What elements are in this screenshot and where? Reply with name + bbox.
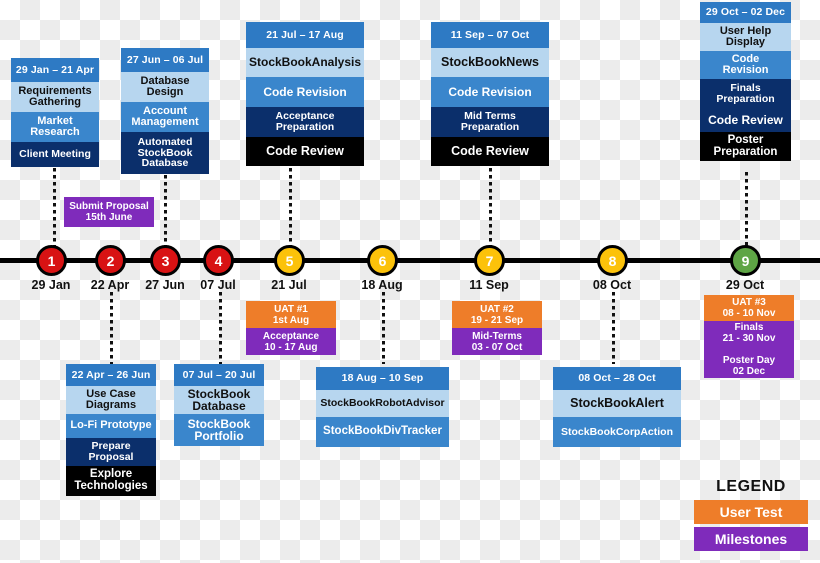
phase-task: Acceptance Preparation [246,107,364,137]
connector-phase-5 [289,168,292,246]
phase-task: StockBookAlert [553,390,681,417]
phase-date-range: 29 Jan – 21 Apr [11,58,99,82]
connector-phase-4 [219,292,222,364]
milestone-node-8[interactable]: 8 [597,245,628,276]
user-test-label: UAT #1 1st Aug [246,301,336,328]
node-number: 3 [161,252,170,269]
phase-task: StockBook Portfolio [174,414,264,446]
phase-box-3[interactable]: 27 Jun – 06 Jul Database Design Account … [121,48,209,174]
phase-task: StockBookDivTracker [316,417,449,447]
phase-task: Lo-Fi Prototype [66,414,156,438]
phase-task: Database Design [121,72,209,102]
connector-phase-3 [164,175,167,246]
milestone-label: Mid-Terms 03 - 07 Oct [452,328,542,355]
milestone-label: Submit Proposal 15th June [64,197,154,227]
connector-phase-1 [53,168,56,246]
node-number: 5 [285,252,294,269]
connector-phase-6 [382,292,385,364]
phase-task: StockBookAnalysis [246,48,364,77]
phase-date-range: 18 Aug – 10 Sep [316,367,449,390]
phase-date-range: 29 Oct – 02 Dec [700,2,791,23]
legend-title: LEGEND [716,478,786,495]
phase-task: Poster Preparation [700,132,791,161]
phase-task: Prepare Proposal [66,438,156,466]
milestone-node-2[interactable]: 2 [95,245,126,276]
phase-task: Client Meeting [11,142,99,167]
phase-task: StockBookCorpAction [553,417,681,447]
phase-box-2[interactable]: 22 Apr – 26 Jun Use Case Diagrams Lo-Fi … [66,364,156,496]
node-number: 6 [378,252,387,269]
phase-task: Mid Terms Preparation [431,107,549,137]
milestone-node-4[interactable]: 4 [203,245,234,276]
node-number: 4 [214,252,223,269]
node-date-4: 07 Jul [200,278,236,292]
phase-box-4[interactable]: 07 Jul – 20 Jul StockBook Database Stock… [174,364,264,446]
milestone-label: Finals 21 - 30 Nov Poster Day 02 Dec [704,321,794,378]
phase-box-8[interactable]: 08 Oct – 28 Oct StockBookAlert StockBook… [553,367,681,447]
phase-box-6[interactable]: 18 Aug – 10 Sep StockBookRobotAdvisor St… [316,367,449,447]
connector-phase-7 [489,168,492,246]
milestone-node-1[interactable]: 1 [36,245,67,276]
phase-box-9[interactable]: 29 Oct – 02 Dec User Help Display Code R… [700,2,791,161]
milestone-node-7[interactable]: 7 [474,245,505,276]
node-date-9: 29 Oct [725,278,765,292]
milestone-node-5[interactable]: 5 [274,245,305,276]
phase-task: Use Case Diagrams [66,386,156,414]
phase-task: Code Revision [246,77,364,107]
node-date-6: 18 Aug [361,278,403,292]
phase-task: Automated StockBook Database [121,132,209,174]
phase-task: Requirements Gathering [11,82,99,112]
phase-box-5[interactable]: 21 Jul – 17 Aug StockBookAnalysis Code R… [246,22,364,166]
connector-phase-8 [612,292,615,364]
legend-item-user-test: User Test [694,500,808,524]
milestone-node-6[interactable]: 6 [367,245,398,276]
milestone-label: Acceptance 10 - 17 Aug [246,328,336,355]
phase-task: StockBookNews [431,48,549,77]
uat-2-group[interactable]: UAT #2 19 - 21 Sep Mid-Terms 03 - 07 Oct [452,301,542,355]
milestone-submit-proposal[interactable]: Submit Proposal 15th June [64,197,154,227]
phase-date-range: 08 Oct – 28 Oct [553,367,681,390]
node-date-5: 21 Jul [271,278,307,292]
node-number: 1 [47,252,56,269]
legend-item-milestones: Milestones [694,527,808,551]
phase-task: User Help Display [700,23,791,51]
node-date-7: 11 Sep [469,278,509,292]
uat-1-group[interactable]: UAT #1 1st Aug Acceptance 10 - 17 Aug [246,301,336,355]
milestone-node-9[interactable]: 9 [730,245,761,276]
user-test-label: UAT #2 19 - 21 Sep [452,301,542,328]
phase-box-7[interactable]: 11 Sep – 07 Oct StockBookNews Code Revis… [431,22,549,166]
phase-task: Code Revision [431,77,549,107]
phase-date-range: 21 Jul – 17 Aug [246,22,364,48]
phase-task: StockBook Database [174,386,264,414]
phase-task: Explore Technologies [66,466,156,496]
user-test-label: UAT #3 08 - 10 Nov [704,295,794,321]
phase-task: StockBookRobotAdvisor [316,390,449,417]
phase-date-range: 22 Apr – 26 Jun [66,364,156,386]
node-number: 2 [106,252,115,269]
phase-task: Finals Preparation [700,79,791,108]
milestone-node-3[interactable]: 3 [150,245,181,276]
phase-task: Code Revision [700,51,791,79]
node-number: 8 [608,252,617,269]
legend: LEGEND User Test Milestones [694,478,808,554]
phase-date-range: 11 Sep – 07 Oct [431,22,549,48]
phase-task: Code Review [246,137,364,166]
phase-task: Account Management [121,102,209,132]
connector-phase-9 [745,172,748,246]
phase-box-1[interactable]: 29 Jan – 21 Apr Requirements Gathering M… [11,58,99,167]
node-date-8: 08 Oct [592,278,632,292]
phase-task: Code Review [700,108,791,132]
phase-task: Code Review [431,137,549,166]
node-number: 9 [741,252,750,269]
phase-task: Market Research [11,112,99,142]
phase-date-range: 07 Jul – 20 Jul [174,364,264,386]
connector-phase-2 [110,292,113,364]
phase-date-range: 27 Jun – 06 Jul [121,48,209,72]
node-number: 7 [485,252,494,269]
uat-3-group[interactable]: UAT #3 08 - 10 Nov Finals 21 - 30 Nov Po… [704,295,794,378]
